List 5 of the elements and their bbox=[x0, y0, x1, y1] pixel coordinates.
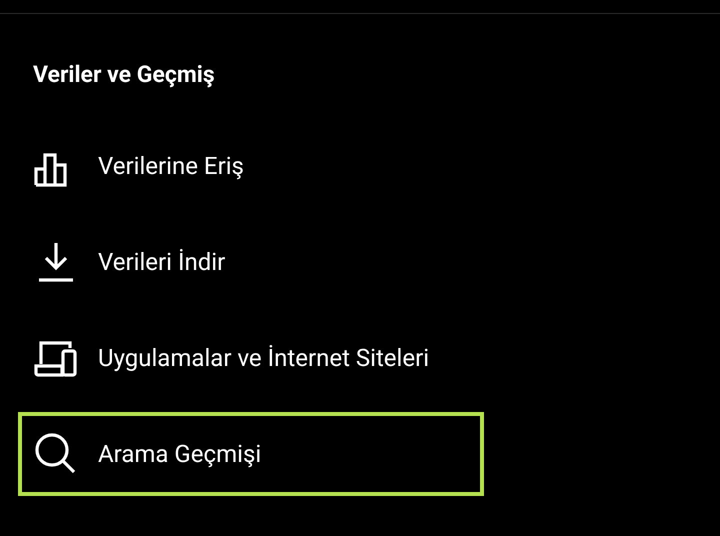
menu-item[interactable]: Arama Geçmişi bbox=[18, 412, 484, 496]
menu-item[interactable]: Verilerine Eriş bbox=[18, 124, 484, 208]
menu-item[interactable]: Verileri İndir bbox=[18, 220, 484, 304]
section-title: Veriler ve Geçmiş bbox=[33, 61, 215, 88]
menu-item[interactable]: Uygulamalar ve İnternet Siteleri bbox=[18, 316, 484, 400]
